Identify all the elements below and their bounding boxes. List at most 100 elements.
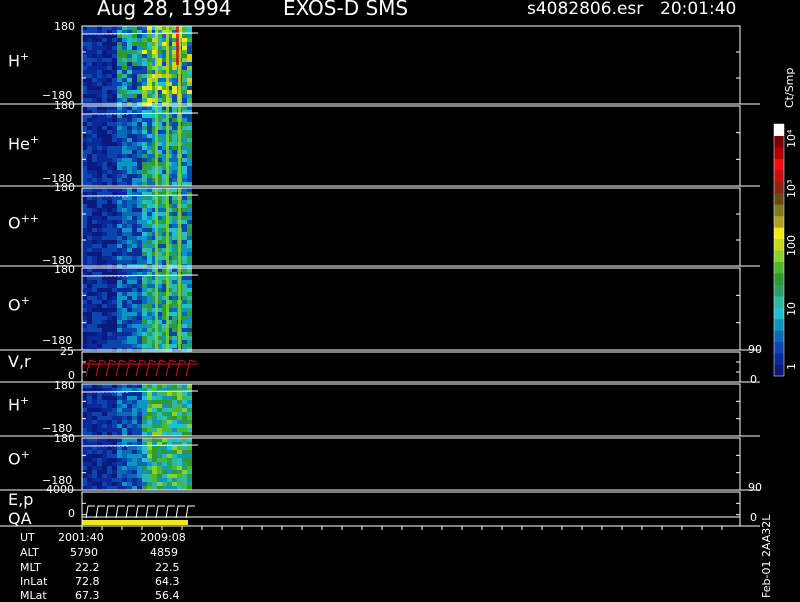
heat-cell (102, 304, 107, 308)
heat-cell (107, 26, 112, 30)
heat-cell (142, 78, 147, 82)
heat-cell (117, 320, 122, 324)
heat-cell (102, 200, 107, 204)
heat-cell (182, 284, 187, 288)
heat-cell (127, 248, 132, 252)
heat-cell (132, 90, 137, 94)
heat-cell (92, 336, 97, 340)
heat-cell (87, 70, 92, 74)
heat-cell (127, 150, 132, 154)
heat-cell (167, 478, 172, 482)
heat-cell (132, 308, 137, 312)
heat-cell (112, 182, 117, 186)
heat-cell (117, 312, 122, 316)
heat-cell (137, 288, 142, 292)
heat-cell (82, 142, 87, 146)
heat-cell (187, 228, 192, 232)
heat-cell (127, 466, 132, 470)
heat-cell (187, 256, 192, 260)
heat-cell (107, 54, 112, 58)
heat-cell (152, 404, 157, 408)
heat-cell (142, 224, 147, 228)
heat-cell (127, 482, 132, 486)
heat-cell (117, 54, 122, 58)
heat-cell (172, 316, 177, 320)
heat-cell (132, 126, 137, 130)
heat-cell (147, 158, 152, 162)
heat-cell (92, 304, 97, 308)
heat-cell (132, 474, 137, 478)
heat-cell (142, 458, 147, 462)
heat-cell (122, 296, 127, 300)
heat-cell (92, 412, 97, 416)
file-time: 20:01:40 (660, 0, 737, 19)
heat-cell (127, 392, 132, 396)
heat-cell (182, 308, 187, 312)
heat-cell (102, 248, 107, 252)
heat-cell (152, 486, 157, 490)
footer-mlat-v2: 56.4 (155, 589, 180, 602)
heat-cell (172, 256, 177, 260)
heat-cell (142, 182, 147, 186)
heat-cell (152, 454, 157, 458)
energy-streak (166, 26, 169, 104)
heat-cell (152, 478, 157, 482)
heat-cell (97, 312, 102, 316)
heat-cell (127, 90, 132, 94)
heat-cell (127, 46, 132, 50)
heat-cell (107, 296, 112, 300)
heat-cell (87, 256, 92, 260)
heat-cell (107, 454, 112, 458)
heat-cell (127, 106, 132, 110)
heat-cell (187, 78, 192, 82)
heat-cell (92, 482, 97, 486)
heat-cell (187, 300, 192, 304)
heat-cell (127, 70, 132, 74)
footer-side-note: Feb-01 2AA32L (760, 514, 773, 598)
heat-cell (82, 272, 87, 276)
heat-cell (112, 486, 117, 490)
heat-cell (182, 288, 187, 292)
heat-cell (107, 208, 112, 212)
heat-cell (137, 170, 142, 174)
heat-cell (107, 450, 112, 454)
heat-cell (122, 82, 127, 86)
heat-cell (82, 256, 87, 260)
heat-cell (97, 248, 102, 252)
heat-cell (92, 462, 97, 466)
heat-cell (132, 340, 137, 344)
heat-cell (122, 344, 127, 348)
heat-cell (92, 82, 97, 86)
heat-cell (117, 446, 122, 450)
heat-cell (172, 408, 177, 412)
heat-cell (162, 462, 167, 466)
heat-cell (187, 462, 192, 466)
heat-cell (132, 26, 137, 30)
heat-cell (187, 404, 192, 408)
heat-cell (92, 98, 97, 102)
heat-cell (142, 94, 147, 98)
heat-cell (112, 482, 117, 486)
heat-cell (132, 34, 137, 38)
heat-cell (92, 408, 97, 412)
heat-cell (122, 454, 127, 458)
heat-cell (142, 70, 147, 74)
heat-cell (87, 122, 92, 126)
heat-cell (187, 188, 192, 192)
heat-cell (152, 396, 157, 400)
heat-cell (142, 300, 147, 304)
heat-cell (122, 268, 127, 272)
heat-cell (182, 142, 187, 146)
heat-cell (107, 150, 112, 154)
heat-cell (87, 454, 92, 458)
heat-cell (122, 232, 127, 236)
heat-cell (142, 46, 147, 50)
heat-cell (102, 470, 107, 474)
heat-cell (112, 94, 117, 98)
heat-cell (102, 400, 107, 404)
colorbar-segment (774, 215, 784, 228)
heat-cell (187, 46, 192, 50)
heat-cell (182, 482, 187, 486)
heat-cell (132, 178, 137, 182)
heat-cell (112, 134, 117, 138)
